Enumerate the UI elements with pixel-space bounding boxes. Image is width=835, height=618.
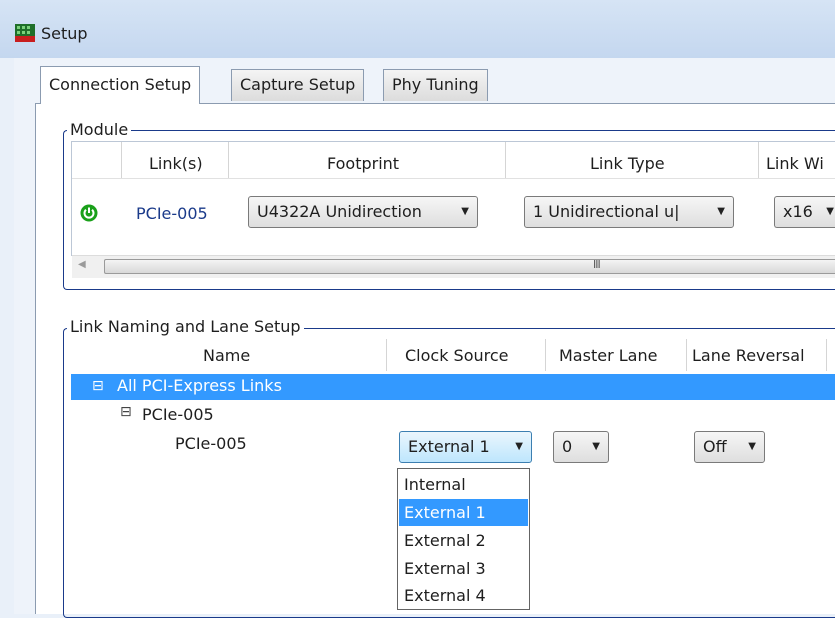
chevron-down-icon: ▼	[717, 206, 725, 217]
lane-setup-group-legend: Link Naming and Lane Setup	[67, 317, 304, 336]
collapse-icon[interactable]: ⊟	[120, 404, 132, 420]
scrollbar-grip: III	[593, 258, 601, 271]
tree-row-all-links[interactable]: ⊟ All PCI-Express Links	[71, 374, 835, 400]
footprint-dropdown[interactable]: U4322A Unidirection ▼	[248, 196, 478, 228]
clock-option-external-2[interactable]: External 2	[399, 527, 528, 554]
module-link-name: PCIe-005	[136, 204, 208, 223]
column-separator	[121, 142, 122, 178]
tree-label-all-links: All PCI-Express Links	[117, 376, 282, 395]
module-horizontal-scrollbar[interactable]: ◀ III	[72, 255, 835, 278]
column-header-name[interactable]: Name	[203, 346, 250, 365]
tab-phy-tuning[interactable]: Phy Tuning	[383, 69, 488, 101]
module-group-legend: Module	[67, 120, 132, 139]
clock-option-external-4[interactable]: External 4	[399, 582, 528, 609]
clock-option-internal[interactable]: Internal	[399, 471, 528, 498]
column-separator	[686, 339, 687, 371]
clock-source-options: Internal External 1 External 2 External …	[397, 468, 530, 610]
column-separator	[758, 142, 759, 178]
power-on-icon[interactable]	[80, 204, 98, 222]
scroll-left-arrow-icon[interactable]: ◀	[78, 259, 86, 270]
column-header-footprint[interactable]: Footprint	[327, 154, 399, 173]
link-type-dropdown[interactable]: 1 Unidirectional u| ▼	[524, 196, 734, 228]
chevron-down-icon: ▼	[826, 206, 834, 217]
clock-source-dropdown[interactable]: External 1 ▼	[399, 431, 532, 463]
window-title: Setup	[41, 24, 88, 43]
chevron-down-icon: ▼	[748, 441, 756, 452]
column-header-clock-source[interactable]: Clock Source	[405, 346, 509, 365]
link-type-value: 1 Unidirectional u|	[533, 202, 680, 221]
lane-reversal-value: Off	[703, 437, 727, 456]
tree-label-link-group: PCIe-005	[142, 405, 214, 424]
chevron-down-icon: ▼	[592, 441, 600, 452]
tree-label-link-name: PCIe-005	[175, 434, 247, 453]
tab-capture-setup[interactable]: Capture Setup	[231, 69, 365, 101]
column-separator	[545, 339, 546, 371]
column-separator	[505, 142, 506, 178]
clock-source-value: External 1	[408, 437, 490, 456]
column-separator	[386, 339, 387, 371]
clock-option-external-3[interactable]: External 3	[399, 555, 528, 582]
column-header-lane-reversal[interactable]: Lane Reversal	[692, 346, 805, 365]
link-width-dropdown[interactable]: x16 ▼	[774, 196, 835, 228]
title-bar: Setup	[0, 0, 835, 58]
column-header-links[interactable]: Link(s)	[149, 154, 203, 173]
lane-reversal-dropdown[interactable]: Off ▼	[694, 431, 765, 463]
column-header-master-lane[interactable]: Master Lane	[559, 346, 657, 365]
column-separator	[228, 142, 229, 178]
chevron-down-icon: ▼	[515, 441, 523, 452]
footprint-value: U4322A Unidirection	[257, 202, 422, 221]
column-header-link-width[interactable]: Link Wi	[766, 154, 824, 173]
scrollbar-thumb[interactable]: III	[104, 258, 835, 274]
master-lane-value: 0	[562, 437, 573, 456]
collapse-icon[interactable]: ⊟	[92, 374, 104, 398]
app-logo-icon	[15, 24, 35, 42]
master-lane-dropdown[interactable]: 0 ▼	[553, 431, 609, 463]
tab-connection-setup[interactable]: Connection Setup	[40, 66, 201, 104]
column-header-link-type[interactable]: Link Type	[590, 154, 665, 173]
column-separator	[826, 339, 827, 371]
chevron-down-icon: ▼	[461, 206, 469, 217]
link-width-value: x16	[783, 202, 813, 221]
clock-option-external-1[interactable]: External 1	[399, 499, 528, 526]
